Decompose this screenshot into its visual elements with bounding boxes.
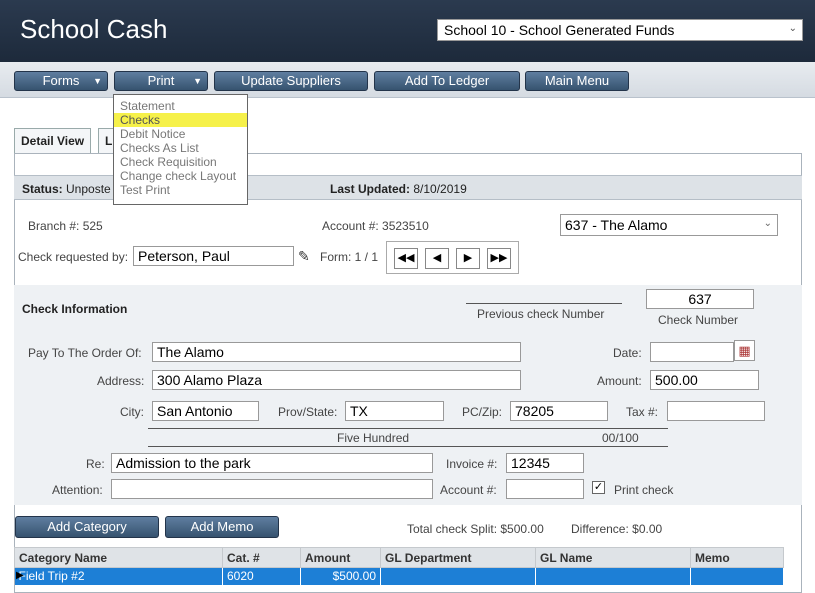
tax-label: Tax #: <box>626 405 659 419</box>
print-check-label: Print check <box>614 483 674 497</box>
cell-memo <box>690 567 784 585</box>
cell-gl-name <box>535 567 691 585</box>
toolbar: Forms ▼ Print ▼ Update Suppliers Add To … <box>0 62 815 98</box>
cell-gl-department <box>380 567 536 585</box>
tab-detail-view[interactable]: Detail View <box>14 128 92 155</box>
vendor-select[interactable]: 637 - The Alamo ⌄ <box>560 214 778 236</box>
add-category-button[interactable]: Add Category <box>15 516 159 538</box>
invoice-label: Invoice #: <box>446 457 498 471</box>
city-label: City: <box>120 405 144 419</box>
column-header[interactable]: GL Name <box>535 547 691 568</box>
school-select[interactable]: School 10 - School Generated Funds ⌄ <box>437 19 803 41</box>
print-menu: Statement Checks Debit Notice Checks As … <box>113 94 248 205</box>
account-number: Account #: 3523510 <box>322 219 429 233</box>
attention-input[interactable] <box>111 479 433 499</box>
amount-input[interactable]: 500.00 <box>650 370 759 390</box>
zip-label: PC/Zip: <box>462 405 503 419</box>
amount-words-line <box>148 428 668 429</box>
address-label: Address: <box>97 374 145 388</box>
column-header[interactable]: Memo <box>690 547 784 568</box>
menu-item-checks[interactable]: Checks <box>114 113 247 127</box>
print-button-label: Print <box>147 73 175 88</box>
update-suppliers-button[interactable]: Update Suppliers <box>214 71 368 91</box>
prov-state-label: Prov/State: <box>278 405 338 419</box>
first-record-icon[interactable]: ◀◀ <box>394 248 418 269</box>
school-select-value: School 10 - School Generated Funds <box>444 22 675 38</box>
add-to-ledger-button[interactable]: Add To Ledger <box>374 71 520 91</box>
chevron-down-icon: ⌄ <box>788 23 797 34</box>
branch-number: Branch #: 525 <box>28 219 103 233</box>
pay-to-input[interactable]: The Alamo <box>152 342 521 362</box>
check-number-input[interactable]: 637 <box>646 289 754 309</box>
date-input[interactable] <box>650 342 734 362</box>
pay-to-label: Pay To The Order Of: <box>28 346 142 360</box>
dropdown-arrow-icon: ▼ <box>193 76 202 86</box>
re-label: Re: <box>86 457 105 471</box>
app-title: School Cash <box>20 14 168 44</box>
cell-category-name: Field Trip #2 <box>14 567 223 585</box>
tax-input[interactable] <box>667 401 765 421</box>
address-input[interactable]: 300 Alamo Plaza <box>152 370 521 390</box>
date-label: Date: <box>613 346 642 360</box>
menu-item-statement[interactable]: Statement <box>114 99 247 113</box>
chevron-down-icon: ⌄ <box>763 218 772 229</box>
menu-item-check-requisition[interactable]: Check Requisition <box>114 155 247 169</box>
previous-check-line <box>466 303 622 304</box>
column-header[interactable]: GL Department <box>380 547 536 568</box>
grid-header-row: Category Name Cat. # Amount GL Departmen… <box>14 547 784 568</box>
difference: Difference: $0.00 <box>571 522 663 536</box>
cell-amount: $500.00 <box>300 567 381 585</box>
amount-label: Amount: <box>597 374 642 388</box>
check-number-label: Check Number <box>658 313 739 327</box>
row-selector-icon: ▶ <box>16 570 24 581</box>
calendar-icon[interactable]: ▦ <box>734 340 755 361</box>
section-title: Check Information <box>22 302 128 316</box>
vendor-select-value: 637 - The Alamo <box>565 217 668 233</box>
menu-item-change-check-layout[interactable]: Change check Layout <box>114 169 247 183</box>
add-memo-button[interactable]: Add Memo <box>165 516 279 538</box>
last-updated: Last Updated: 8/10/2019 <box>330 182 467 196</box>
last-record-icon[interactable]: ▶▶ <box>487 248 511 269</box>
print-button[interactable]: Print ▼ <box>114 71 208 91</box>
next-record-icon[interactable]: ▶ <box>456 248 480 269</box>
account-input[interactable] <box>506 479 584 499</box>
prov-state-input[interactable]: TX <box>345 401 444 421</box>
total-split: Total check Split: $500.00 <box>407 522 544 536</box>
column-header[interactable]: Category Name <box>14 547 223 568</box>
print-check-checkbox[interactable]: ✓ <box>592 481 605 494</box>
invoice-input[interactable]: 12345 <box>506 453 584 473</box>
cents-fraction: 00/100 <box>602 431 639 445</box>
status-label: Status: Unposte <box>22 182 111 196</box>
amount-in-words: Five Hundred <box>337 431 410 445</box>
record-navigator: ◀◀ ◀ ▶ ▶▶ <box>386 241 519 274</box>
previous-record-icon[interactable]: ◀ <box>425 248 449 269</box>
column-header[interactable]: Cat. # <box>222 547 301 568</box>
forms-button-label: Forms <box>42 73 80 88</box>
city-input[interactable]: San Antonio <box>152 401 259 421</box>
zip-input[interactable]: 78205 <box>510 401 608 421</box>
attention-label: Attention: <box>52 483 103 497</box>
amount-words-underline <box>148 446 668 447</box>
requested-by-input[interactable]: Peterson, Paul <box>133 246 294 266</box>
previous-check-label: Previous check Number <box>477 307 605 321</box>
cell-cat-number: 6020 <box>222 567 301 585</box>
re-input[interactable]: Admission to the park <box>111 453 433 473</box>
category-grid: Category Name Cat. # Amount GL Departmen… <box>14 547 784 585</box>
dropdown-arrow-icon: ▼ <box>93 76 102 86</box>
forms-button[interactable]: Forms ▼ <box>14 71 108 91</box>
account-label: Account #: <box>440 483 497 497</box>
menu-item-checks-as-list[interactable]: Checks As List <box>114 141 247 155</box>
form-indicator: Form: 1 / 1 <box>320 250 379 264</box>
menu-item-test-print[interactable]: Test Print <box>114 183 247 197</box>
app-header: School Cash School 10 - School Generated… <box>0 0 815 62</box>
column-header[interactable]: Amount <box>300 547 381 568</box>
main-menu-button[interactable]: Main Menu <box>525 71 629 91</box>
requested-by-label: Check requested by: <box>18 250 129 264</box>
table-row[interactable]: Field Trip #2 6020 $500.00 <box>14 567 784 585</box>
pencil-icon[interactable]: ✎ <box>298 248 310 265</box>
menu-item-debit-notice[interactable]: Debit Notice <box>114 127 247 141</box>
